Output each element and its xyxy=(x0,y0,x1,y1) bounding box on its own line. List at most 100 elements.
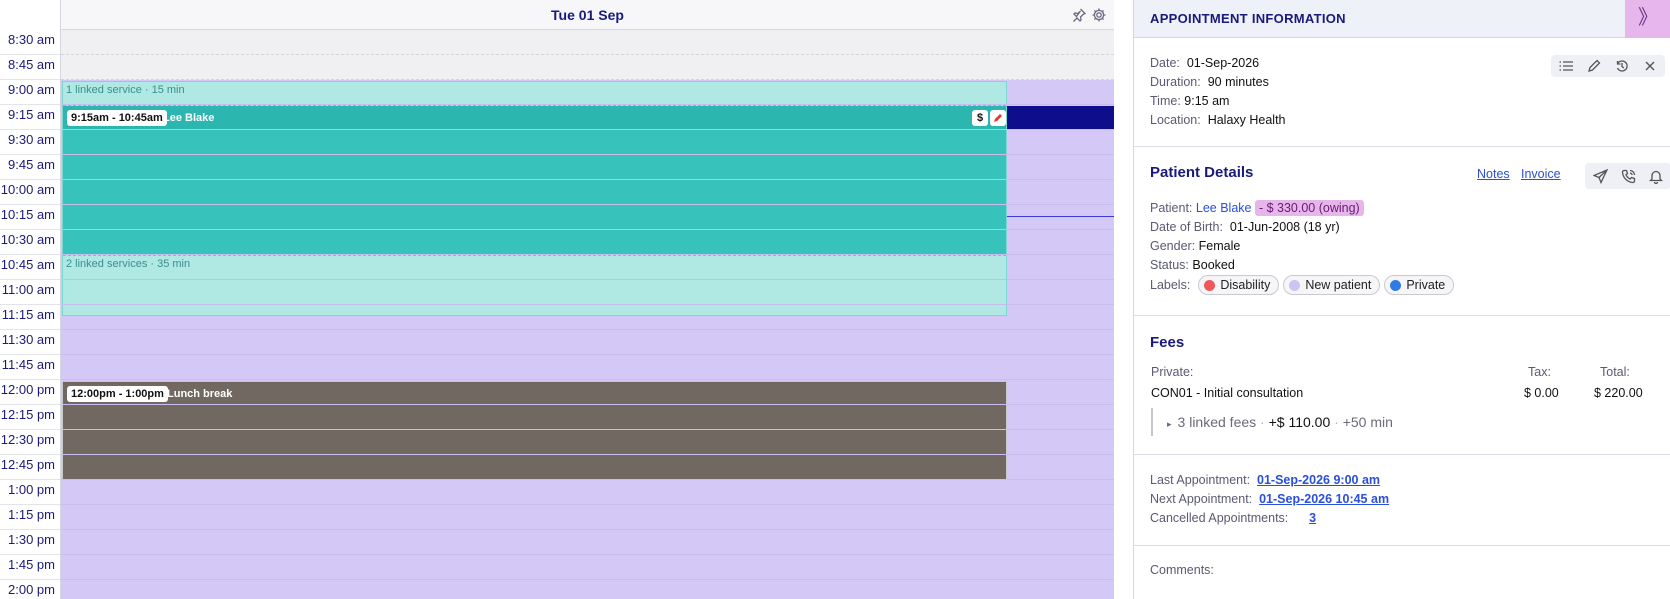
label-color-dot xyxy=(1390,279,1402,291)
time-label: 12:15 pm xyxy=(0,405,60,430)
time-label: 1:30 pm xyxy=(0,530,60,555)
time-label: 12:30 pm xyxy=(0,430,60,455)
appointment-toolbar xyxy=(1551,55,1665,77)
appointment-info-panel: APPOINTMENT INFORMATION 》 Date: 01-Sep-2… xyxy=(1133,0,1670,599)
linked-service-before: 1 linked service · 15 min xyxy=(63,82,1006,106)
next-appointment-row: Next Appointment: 01-Sep-2026 10:45 am xyxy=(1150,492,1390,506)
gender-row: Gender: Female xyxy=(1150,239,1241,253)
day-title: Tue 01 Sep xyxy=(551,7,624,23)
fees-title: Fees xyxy=(1150,334,1185,351)
time-label: 9:45 am xyxy=(0,155,60,180)
grid-line xyxy=(61,354,1114,355)
label-text: Private xyxy=(1406,278,1446,292)
grid-line xyxy=(61,429,1114,430)
chevron-double-right-icon[interactable]: 》 xyxy=(1625,0,1670,38)
panel-header: APPOINTMENT INFORMATION 》 xyxy=(1134,0,1670,38)
duration-row: Duration: 90 minutes xyxy=(1150,75,1269,89)
grid-line xyxy=(61,79,1114,80)
patient-row: Patient: Lee Blake - $ 330.00 (owing) xyxy=(1150,200,1364,216)
linked-amount: +$ 110.00 xyxy=(1268,414,1331,430)
grid-line xyxy=(61,54,1114,55)
time-label: 11:30 am xyxy=(0,330,60,355)
phone-icon[interactable] xyxy=(1619,167,1637,185)
time-label: 12:45 pm xyxy=(0,455,60,480)
appointment-block[interactable]: 1 linked service · 15 min 9:15am - 10:45… xyxy=(62,81,1007,316)
grid-line xyxy=(61,554,1114,555)
current-time-line xyxy=(1005,216,1114,217)
gender-value: Female xyxy=(1198,239,1241,253)
time-label: 10:45 am xyxy=(0,255,60,280)
time-label: 10:30 am xyxy=(0,230,60,255)
patient-details-title: Patient Details xyxy=(1150,164,1254,181)
grid-line xyxy=(61,479,1114,480)
appointment-patient: Lee Blake xyxy=(163,112,215,124)
time-label: 9:15 am xyxy=(0,105,60,130)
cancelled-count-link[interactable]: 3 xyxy=(1309,511,1316,525)
fee-dollar-icon[interactable]: $ xyxy=(972,110,988,126)
send-icon[interactable] xyxy=(1591,167,1609,185)
grid-line xyxy=(61,404,1114,405)
time-column: 8:30 am 8:45 am 9:00 am 9:15 am 9:30 am 9:45 … xyxy=(0,30,61,599)
notes-link[interactable]: Notes xyxy=(1477,167,1510,181)
linked-time: +50 min xyxy=(1342,414,1393,430)
label-pill[interactable]: New patient xyxy=(1283,275,1381,295)
linked-fees-toggle[interactable]: ▸ 3 linked fees · +$ 110.00 · +50 min xyxy=(1151,408,1393,436)
patient-actions xyxy=(1585,163,1670,189)
close-icon[interactable] xyxy=(1641,57,1659,75)
location-row: Location: Halaxy Health xyxy=(1150,113,1286,127)
time-row: Time: 9:15 am xyxy=(1150,94,1230,108)
comments-label: Comments: xyxy=(1150,563,1214,577)
edit-pencil-icon[interactable] xyxy=(990,110,1006,126)
time-label: 11:00 am xyxy=(0,280,60,305)
grid-line xyxy=(61,454,1114,455)
dob-value: 01-Jun-2008 (18 yr) xyxy=(1229,220,1340,234)
last-appointment-row: Last Appointment: 01-Sep-2026 9:00 am xyxy=(1150,473,1381,487)
fee-tax: $ 0.00 xyxy=(1524,386,1559,400)
calendar-grid[interactable]: 1 linked service · 15 min 9:15am - 10:45… xyxy=(61,30,1114,599)
gear-icon[interactable] xyxy=(1091,7,1107,23)
grid-line xyxy=(61,254,1114,255)
day-calendar: Tue 01 Sep 8:30 am 8:45 am 9:00 am 9:15 am 9… xyxy=(0,0,1114,599)
total-header: Total: xyxy=(1600,365,1630,379)
label-pill[interactable]: Disability xyxy=(1198,275,1280,295)
panel-title: APPOINTMENT INFORMATION xyxy=(1150,11,1346,26)
time-label: 11:15 am xyxy=(0,305,60,330)
grid-line xyxy=(61,279,1114,280)
appointment-bar: 9:15am - 10:45am Lee Blake $ xyxy=(63,106,1006,130)
header-corner xyxy=(0,0,61,30)
lunch-label: Lunch break xyxy=(167,388,233,400)
list-icon[interactable] xyxy=(1557,57,1575,75)
cancelled-row: Cancelled Appointments: 3 xyxy=(1150,511,1317,525)
grid-line xyxy=(61,229,1114,230)
time-label: 1:00 pm xyxy=(0,480,60,505)
time-label: 8:30 am xyxy=(0,30,60,55)
label-color-dot xyxy=(1289,279,1301,291)
bell-icon[interactable] xyxy=(1647,167,1665,185)
time-label: 1:15 pm xyxy=(0,505,60,530)
time-label: 1:45 pm xyxy=(0,555,60,580)
fee-item: CON01 - Initial consultation xyxy=(1151,386,1304,400)
invoice-link[interactable]: Invoice xyxy=(1521,167,1561,181)
time-label: 9:30 am xyxy=(0,130,60,155)
label-text: Disability xyxy=(1220,278,1271,292)
time-label: 2:00 pm xyxy=(0,580,60,599)
grid-line xyxy=(61,104,1114,105)
pencil-icon[interactable] xyxy=(1585,57,1603,75)
last-appointment-link[interactable]: 01-Sep-2026 9:00 am xyxy=(1257,473,1380,487)
grid-line xyxy=(61,179,1114,180)
appointment-history: Last Appointment: 01-Sep-2026 9:00 am Ne… xyxy=(1134,455,1670,546)
grid-line xyxy=(61,379,1114,380)
label-list: Disability New patient Private xyxy=(1198,275,1458,295)
next-appointment-link[interactable]: 01-Sep-2026 10:45 am xyxy=(1259,492,1389,506)
grid-line xyxy=(61,329,1114,330)
pin-icon[interactable] xyxy=(1071,7,1087,23)
grid-line xyxy=(61,529,1114,530)
time-value: 9:15 am xyxy=(1184,94,1230,108)
dob-row: Date of Birth: 01-Jun-2008 (18 yr) xyxy=(1150,220,1340,234)
label-text: New patient xyxy=(1305,278,1372,292)
grid-line xyxy=(61,304,1114,305)
label-pill[interactable]: Private xyxy=(1384,275,1455,295)
patient-name-link[interactable]: Lee Blake xyxy=(1196,201,1252,215)
reschedule-icon[interactable] xyxy=(1613,57,1631,75)
lunch-break-block[interactable]: 12:00pm - 1:00pm Lunch break xyxy=(62,381,1007,480)
